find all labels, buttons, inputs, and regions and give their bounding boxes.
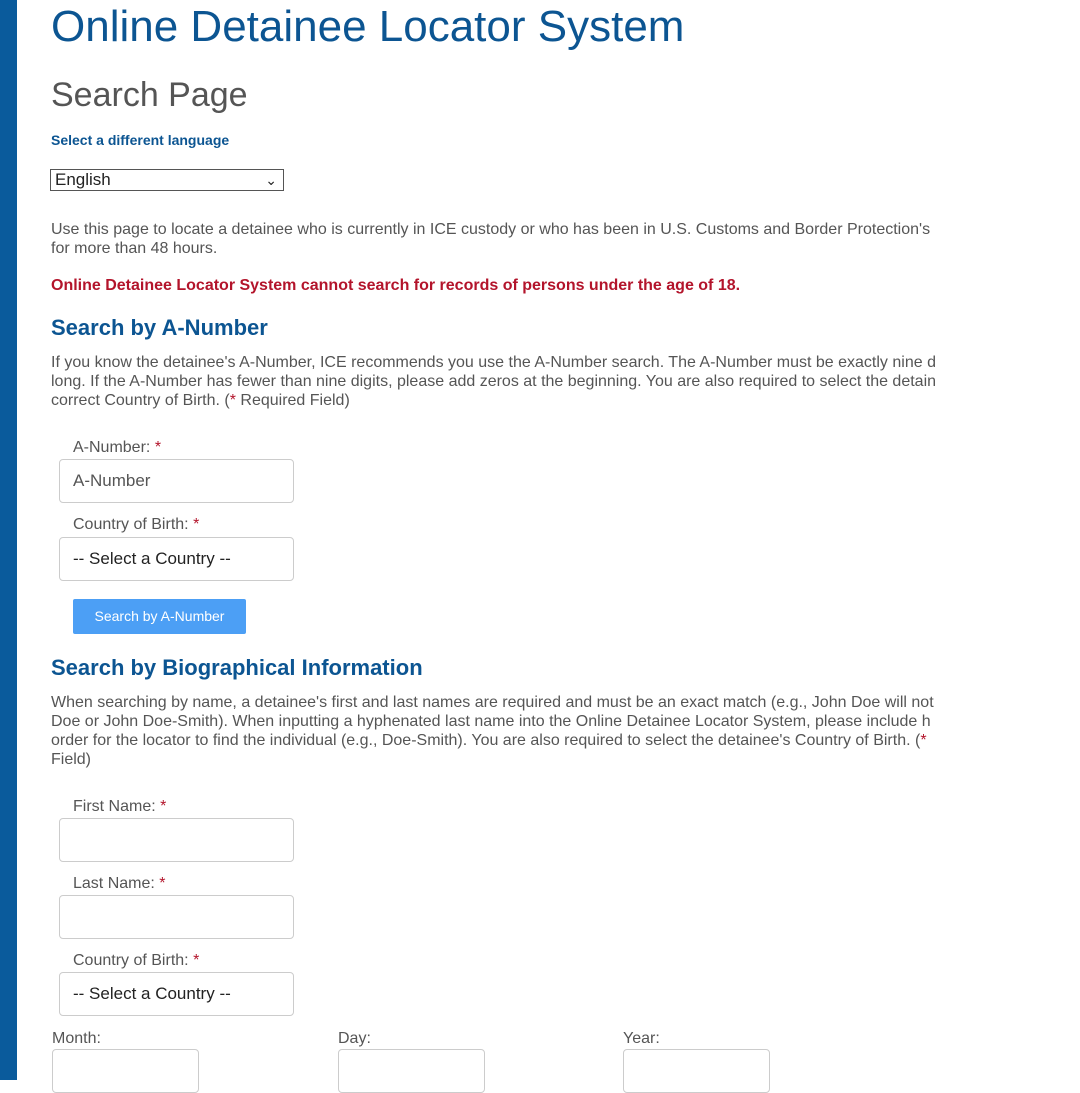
bio-section-title: Search by Biographical Information (51, 655, 423, 680)
language-link[interactable]: Select a different language (51, 131, 229, 149)
required-marker: * (193, 516, 200, 533)
description-line: If you know the detainee's A-Number, ICE… (51, 354, 936, 371)
last-name-input[interactable] (59, 895, 294, 939)
first-name-input[interactable] (59, 818, 294, 862)
description-line: correct Country of Birth. (* Required Fi… (51, 391, 1080, 410)
search-by-anumber-button[interactable]: Search by A-Number (73, 599, 246, 634)
required-marker: * (154, 439, 162, 456)
bio-country-label-text: Country of Birth: (73, 952, 189, 969)
required-marker: * (160, 798, 167, 815)
bio-country-label: Country of Birth: * (73, 951, 199, 971)
intro-line: for more than 48 hours. (51, 240, 218, 257)
last-name-label-text: Last Name: (73, 875, 155, 892)
page-content: Online Detainee Locator System Search Pa… (0, 0, 1080, 1093)
required-marker: * (159, 875, 166, 892)
bio-country-select-value: -- Select a Country -- (73, 984, 231, 1003)
year-input[interactable] (623, 1049, 770, 1093)
last-name-label: Last Name: * (73, 874, 166, 894)
day-input[interactable] (338, 1049, 485, 1093)
year-label: Year: (623, 1030, 660, 1047)
intro-text: Use this page to locate a detainee who i… (51, 220, 1080, 258)
month-label: Month: (52, 1030, 101, 1047)
first-name-label-text: First Name: (73, 798, 156, 815)
description-text: order for the locator to find the indivi… (51, 732, 921, 749)
description-text: correct Country of Birth. ( (51, 392, 230, 409)
page-title: Online Detainee Locator System (51, 2, 685, 51)
page-subtitle: Search Page (51, 76, 248, 114)
description-line: order for the locator to find the indivi… (51, 731, 1080, 750)
age-warning: Online Detainee Locator System cannot se… (51, 277, 741, 294)
first-name-label: First Name: * (73, 797, 166, 817)
anumber-label-text: A-Number: (73, 439, 151, 456)
description-line: long. If the A-Number has fewer than nin… (51, 373, 937, 390)
language-select-value: English (55, 170, 111, 189)
country-label: Country of Birth: * (73, 515, 199, 535)
month-input[interactable] (52, 1049, 199, 1093)
description-line: When searching by name, a detainee's fir… (51, 694, 934, 711)
anumber-description: If you know the detainee's A-Number, ICE… (51, 353, 1080, 410)
country-label-text: Country of Birth: (73, 516, 189, 533)
language-select[interactable]: English ⌄ (50, 169, 284, 191)
anumber-input[interactable]: A-Number (59, 459, 294, 503)
intro-line: Use this page to locate a detainee who i… (51, 221, 931, 238)
required-marker: * (193, 952, 200, 969)
day-label: Day: (338, 1030, 371, 1047)
country-select[interactable]: -- Select a Country -- (59, 537, 294, 581)
bio-country-select[interactable]: -- Select a Country -- (59, 972, 294, 1016)
bio-description: When searching by name, a detainee's fir… (51, 693, 1080, 769)
chevron-down-icon: ⌄ (265, 172, 277, 188)
anumber-section-title: Search by A-Number (51, 315, 268, 340)
description-text: Required Field) (235, 392, 350, 409)
country-select-value: -- Select a Country -- (73, 549, 231, 568)
description-line: Field) (51, 751, 92, 768)
anumber-label: A-Number: * (73, 438, 161, 458)
description-line: Doe or John Doe-Smith). When inputting a… (51, 713, 931, 730)
required-marker: * (920, 732, 927, 749)
anumber-placeholder: A-Number (73, 471, 151, 490)
